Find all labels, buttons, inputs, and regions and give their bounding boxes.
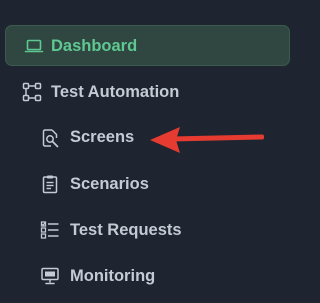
sidebar-item-label: Test Requests: [70, 221, 182, 239]
workflow-icon: [22, 82, 42, 102]
sidebar-item-scenarios[interactable]: Scenarios: [0, 164, 290, 204]
checklist-icon: [40, 221, 59, 239]
sidebar-item-label: Dashboard: [51, 37, 138, 55]
sidebar-item-label: Scenarios: [70, 175, 149, 193]
sidebar-item-label: Screens: [70, 128, 135, 146]
sidebar-item-dashboard[interactable]: Dashboard: [5, 25, 290, 66]
sidebar-item-monitoring[interactable]: Monitoring: [0, 256, 290, 296]
annotation-arrow-icon: [150, 127, 264, 153]
screen-search-icon: [42, 129, 59, 148]
sidebar-item-label: Monitoring: [70, 267, 156, 285]
sidebar-item-label: Test Automation: [51, 83, 180, 101]
sidebar-item-test-requests[interactable]: Test Requests: [0, 210, 290, 250]
laptop-icon: [24, 39, 44, 53]
monitor-icon: [41, 267, 59, 285]
sidebar-item-test-automation[interactable]: Test Automation: [0, 72, 290, 112]
clipboard-icon: [42, 175, 58, 194]
